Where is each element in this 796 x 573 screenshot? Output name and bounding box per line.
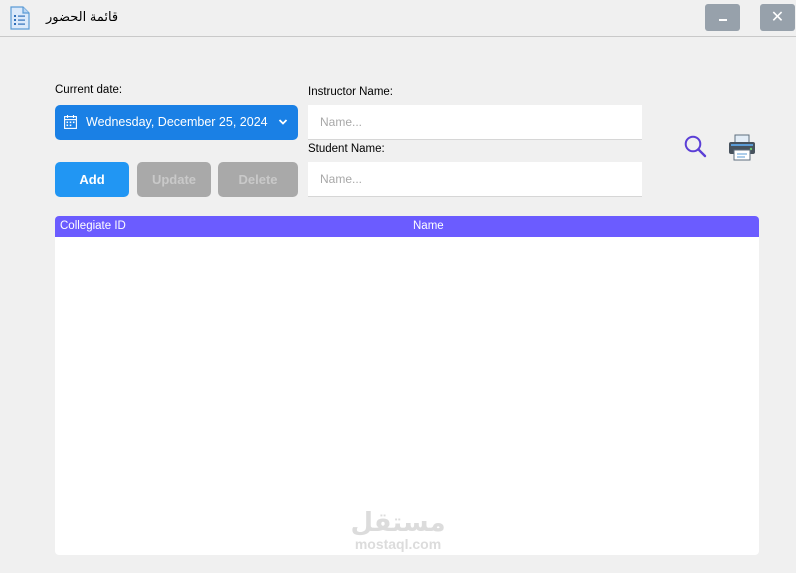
current-date-value: Wednesday, December 25, 2024 [86,115,268,129]
minimize-icon [718,19,727,21]
document-list-icon [10,6,30,30]
date-picker[interactable]: Wednesday, December 25, 2024 [55,105,298,140]
column-header-collegiate-id[interactable]: Collegiate ID [60,220,126,232]
current-date-label: Current date: [55,84,123,96]
attendance-table[interactable]: Collegiate ID Name [55,216,759,555]
student-name-input[interactable] [308,162,642,197]
student-name-label: Student Name: [308,143,385,155]
close-button[interactable]: ✕ [760,4,795,31]
delete-button[interactable]: Delete [218,162,298,197]
printer-icon[interactable] [728,134,756,162]
update-button[interactable]: Update [137,162,211,197]
instructor-name-input[interactable] [308,105,642,140]
window-title: قائمة الحضور [46,9,119,24]
search-icon[interactable] [683,134,707,158]
add-button[interactable]: Add [55,162,129,197]
close-icon: ✕ [770,9,785,26]
watermark-latin: mostaql.com [354,536,442,552]
chevron-down-icon [278,119,288,125]
calendar-icon [64,115,77,129]
minimize-button[interactable] [705,4,740,31]
instructor-name-label: Instructor Name: [308,86,393,98]
column-header-name[interactable]: Name [413,220,444,232]
watermark-arabic: مستقل [350,507,446,537]
title-bar: قائمة الحضور ✕ [0,0,796,37]
table-header: Collegiate ID Name [55,216,759,237]
watermark: مستقل mostaql.com [345,508,451,552]
